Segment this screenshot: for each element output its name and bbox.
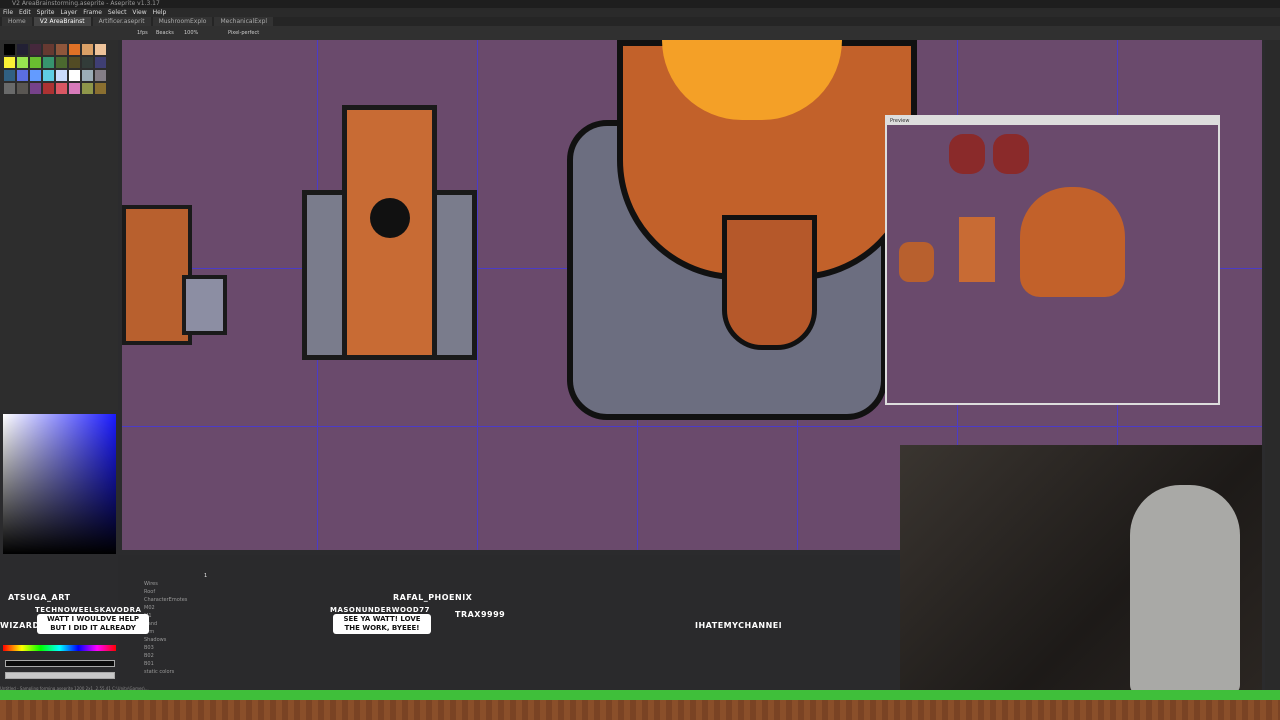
palette-swatch[interactable] xyxy=(43,57,54,68)
palette-swatch[interactable] xyxy=(69,83,80,94)
palette-swatch[interactable] xyxy=(69,70,80,81)
tools-sidebar[interactable] xyxy=(1265,40,1280,690)
palette-swatch[interactable] xyxy=(43,70,54,81)
layer-row[interactable]: Roof xyxy=(118,588,208,596)
preview-window[interactable]: Preview xyxy=(885,115,1220,405)
palette-swatch[interactable] xyxy=(56,57,67,68)
layer-row[interactable]: B03 xyxy=(118,644,208,652)
palette-swatch[interactable] xyxy=(17,44,28,55)
menu-select[interactable]: Select xyxy=(108,8,127,17)
menu-help[interactable]: Help xyxy=(153,8,167,17)
palette-swatch[interactable] xyxy=(56,83,67,94)
menu-view[interactable]: View xyxy=(132,8,146,17)
tab-areabrainst[interactable]: V2 AreaBrainst xyxy=(33,17,91,26)
menu-frame[interactable]: Frame xyxy=(83,8,102,17)
tab-artificer[interactable]: Artificer.aseprit xyxy=(92,17,151,26)
menu-sprite[interactable]: Sprite xyxy=(37,8,55,17)
streamer xyxy=(1130,485,1240,695)
preview-sprite xyxy=(949,134,985,174)
palette-swatch[interactable] xyxy=(95,70,106,81)
palette-swatch[interactable] xyxy=(82,44,93,55)
bg-swatch xyxy=(6,673,114,678)
menu-file[interactable]: File xyxy=(3,8,13,17)
chat-user: TRAX9999 xyxy=(455,610,506,619)
palette-swatch[interactable] xyxy=(82,83,93,94)
fps-field[interactable]: 1fps xyxy=(137,26,148,40)
palette-swatch[interactable] xyxy=(30,57,41,68)
layer-row[interactable]: Shadows xyxy=(118,636,208,644)
menu-bar: File Edit Sprite Layer Frame Select View… xyxy=(0,8,1280,17)
tab-bar: Home V2 AreaBrainst Artificer.aseprit Mu… xyxy=(0,17,1280,26)
palette-swatch[interactable] xyxy=(30,83,41,94)
frame-number: 1 xyxy=(204,573,208,579)
palette-swatch[interactable] xyxy=(30,44,41,55)
palette-swatch[interactable] xyxy=(43,44,54,55)
tab-mechanical[interactable]: MechanicalExpl xyxy=(214,17,274,26)
preview-title: Preview xyxy=(887,117,1218,125)
palette-swatch[interactable] xyxy=(17,83,28,94)
chat-user: WIZARD xyxy=(0,621,40,630)
palette-swatch[interactable] xyxy=(56,44,67,55)
layer-row[interactable]: B02 xyxy=(118,652,208,660)
timeline-panel: 1 WiresRoofCharacterEmotesM02M1HandArmSh… xyxy=(118,555,900,690)
chat-user: MASONUNDERWOOD77 xyxy=(330,606,430,614)
menu-layer[interactable]: Layer xyxy=(60,8,77,17)
palette-swatch[interactable] xyxy=(95,57,106,68)
hue-slider[interactable] xyxy=(3,645,116,651)
palette-swatch[interactable] xyxy=(69,57,80,68)
tab-home[interactable]: Home xyxy=(2,17,32,26)
palette-swatch[interactable] xyxy=(56,70,67,81)
menu-edit[interactable]: Edit xyxy=(19,8,31,17)
palette-swatch[interactable] xyxy=(4,44,15,55)
palette-swatch[interactable] xyxy=(82,57,93,68)
chat-user: IHATEMYCHANNEl xyxy=(695,621,782,630)
palette-swatch[interactable] xyxy=(82,70,93,81)
zoom-field[interactable]: 100% xyxy=(184,26,198,40)
layer-row[interactable]: CharacterEmotes xyxy=(118,596,208,604)
palette-swatch[interactable] xyxy=(95,83,106,94)
tab-mushroom[interactable]: MushroomExplo xyxy=(152,17,213,26)
background-color[interactable] xyxy=(5,672,115,679)
webcam-overlay xyxy=(900,445,1262,695)
layer-row[interactable]: static colors xyxy=(118,668,208,676)
pixel-perfect-toggle[interactable]: Pixel-perfect xyxy=(228,26,259,40)
chat-bubble: SEE YA WATT! LOVE THE WORK, BYEEE! xyxy=(333,614,431,634)
layer-row[interactable]: Wires xyxy=(118,580,208,588)
palette-swatch[interactable] xyxy=(69,44,80,55)
context-toolbar: 1fps Beacks 100% Pixel-perfect xyxy=(0,26,1280,40)
palette-panel xyxy=(0,40,118,410)
palette-swatch[interactable] xyxy=(17,57,28,68)
chat-user: ATSUGA_ART xyxy=(8,593,71,602)
palette-swatch[interactable] xyxy=(4,83,15,94)
layer-row[interactable]: B01 xyxy=(118,660,208,668)
palette-swatch[interactable] xyxy=(17,70,28,81)
window-title: V2 AreaBrainstorming.aseprite - Aseprite… xyxy=(0,0,1280,8)
fg-swatch xyxy=(6,661,114,666)
palette-swatch[interactable] xyxy=(4,70,15,81)
chat-user: RAFAL_PHOENIX xyxy=(393,593,473,602)
palette-swatch[interactable] xyxy=(4,57,15,68)
speed-field[interactable]: Beacks xyxy=(156,26,174,40)
chat-bubble: WATT I WOULDVE HELP BUT I DID IT ALREADY xyxy=(37,614,149,634)
palette-swatch[interactable] xyxy=(30,70,41,81)
palette-swatch[interactable] xyxy=(43,83,54,94)
stream-ground-strip xyxy=(0,690,1280,720)
color-picker[interactable] xyxy=(3,414,116,554)
foreground-color[interactable] xyxy=(5,660,115,667)
palette-swatch[interactable] xyxy=(95,44,106,55)
chat-user: TECHNOWEELSKAVODRA xyxy=(35,606,142,614)
